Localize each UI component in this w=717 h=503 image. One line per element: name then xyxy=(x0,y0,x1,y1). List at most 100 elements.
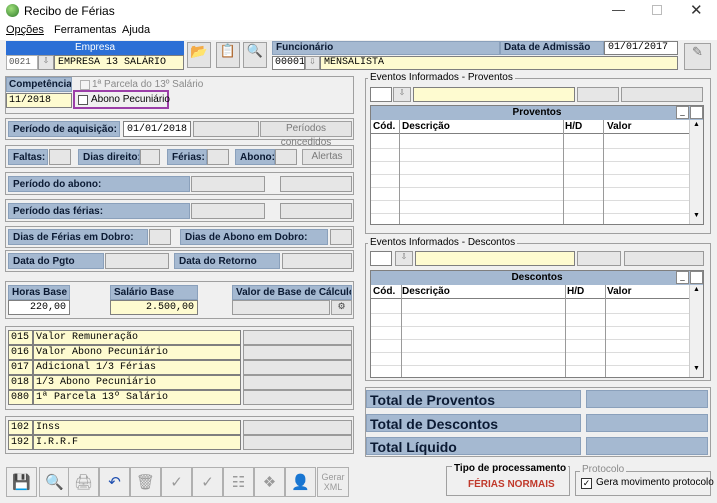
menu-ajuda[interactable]: Ajuda xyxy=(122,24,150,36)
evento-desc[interactable]: I.R.R.F xyxy=(33,435,241,450)
proventos-desc-input[interactable] xyxy=(413,87,575,102)
funcionario-code[interactable]: 00001 xyxy=(272,56,305,70)
total-proventos-value xyxy=(586,390,708,408)
abono-pecuniario-label[interactable]: Abono Pecuniário xyxy=(91,94,170,105)
tipo-processamento-label: Tipo de processamento xyxy=(452,463,569,474)
descontos-scrollbar[interactable]: ▲ ▼ xyxy=(689,285,703,377)
faltas-value[interactable] xyxy=(49,149,71,165)
preview-button[interactable]: 🔍 xyxy=(243,42,267,68)
descontos-maximize-icon[interactable] xyxy=(690,271,703,284)
data-pgto-value[interactable] xyxy=(105,253,169,269)
evento-code: 080 xyxy=(8,390,33,405)
save-button[interactable]: 💾 xyxy=(6,467,37,497)
descontos-hd-input[interactable] xyxy=(577,251,621,266)
edit-funcionario-button[interactable]: ✎ xyxy=(684,43,711,70)
periodo-ferias-start[interactable] xyxy=(191,203,265,219)
scroll-down-icon[interactable]: ▼ xyxy=(693,212,700,219)
scroll-up-icon[interactable]: ▲ xyxy=(693,286,700,293)
delete-button[interactable]: 🗑 xyxy=(130,467,161,497)
empresa-name[interactable]: EMPRESA 13 SALÁRIO xyxy=(54,55,184,70)
valor-base-calculo-value[interactable] xyxy=(232,300,330,315)
col-valor: Valor xyxy=(607,286,632,297)
menu-ferramentas[interactable]: Ferramentas xyxy=(54,24,116,36)
dias-ferias-dobro-value[interactable] xyxy=(149,229,171,245)
approve-button[interactable]: ✓ xyxy=(192,467,223,497)
periodo-aquisicao-value[interactable]: 01/01/2018 xyxy=(123,121,191,137)
evento-desc[interactable]: 1/3 Abono Pecuniário xyxy=(33,375,241,390)
dias-direito-value[interactable] xyxy=(140,149,160,165)
scroll-up-icon[interactable]: ▲ xyxy=(693,121,700,128)
calculator-button[interactable]: ☷ xyxy=(223,467,254,497)
gerar-xml-button[interactable]: Gerar XML xyxy=(317,467,349,497)
descontos-lookup-button[interactable]: ⇩ xyxy=(395,251,413,266)
data-retorno-value[interactable] xyxy=(282,253,352,269)
tools-button[interactable]: ❖ xyxy=(254,467,285,497)
data-admissao-value[interactable]: 01/01/2017 xyxy=(604,41,678,55)
valor-base-calculo-label: Valor de Base de Cálculo xyxy=(232,285,352,300)
competencia-value[interactable]: 11/2018 xyxy=(6,93,72,108)
empresa-lookup-button[interactable]: ⇩ xyxy=(38,55,54,70)
proventos-minimize-icon[interactable]: _ xyxy=(676,106,689,119)
total-descontos-label: Total de Descontos xyxy=(366,414,581,432)
menu-bar: Opções Ferramentas Ajuda xyxy=(0,22,717,40)
calc-button[interactable]: ⚙ xyxy=(331,300,352,315)
grid-row-line xyxy=(371,148,689,149)
total-proventos-label: Total de Proventos xyxy=(366,390,581,408)
proventos-grid[interactable]: Proventos _ Cód. Descrição H/D Valor ▲ ▼ xyxy=(370,105,704,225)
proventos-code-input[interactable] xyxy=(370,87,392,102)
scroll-down-icon[interactable]: ▼ xyxy=(693,365,700,372)
descontos-title: Descontos xyxy=(511,272,563,283)
close-icon[interactable]: ✕ xyxy=(690,1,703,19)
abono-value[interactable] xyxy=(275,149,297,165)
competencia-label: Competência xyxy=(6,77,72,92)
periodos-concedidos-button[interactable]: Períodos concedidos xyxy=(260,121,352,148)
print-button[interactable]: 🖨 xyxy=(68,467,99,497)
search-button[interactable]: 🔍 xyxy=(39,467,70,497)
periodo-abono-end[interactable] xyxy=(280,176,352,192)
proventos-scrollbar[interactable]: ▲ ▼ xyxy=(689,120,703,224)
descontos-minimize-icon[interactable]: _ xyxy=(676,271,689,284)
funcionario-lookup-button[interactable]: ⇩ xyxy=(305,56,320,70)
ferias-value[interactable] xyxy=(207,149,229,165)
horas-base-value[interactable]: 220,00 xyxy=(8,300,70,315)
evento-desc[interactable]: Adicional 1/3 Férias xyxy=(33,360,241,375)
user-search-button[interactable]: 👤 xyxy=(285,467,316,497)
gera-protocolo-checkbox[interactable]: ✓ xyxy=(581,478,592,489)
evento-desc[interactable]: Valor Remuneração xyxy=(33,330,241,345)
evento-desc[interactable]: Valor Abono Pecuniário xyxy=(33,345,241,360)
salario-base-value[interactable]: 2.500,00 xyxy=(110,300,198,315)
periodo-ferias-end[interactable] xyxy=(280,203,352,219)
alertas-button[interactable]: Alertas xyxy=(302,149,352,165)
proventos-maximize-icon[interactable] xyxy=(690,106,703,119)
abono-pecuniario-checkbox[interactable] xyxy=(78,95,88,105)
maximize-icon[interactable] xyxy=(652,5,662,15)
parcela-13-label: 1ª Parcela do 13º Salário xyxy=(92,79,204,90)
parcela-13-checkbox xyxy=(80,80,90,90)
dias-abono-dobro-value[interactable] xyxy=(330,229,352,245)
descontos-valor-input[interactable] xyxy=(624,251,704,266)
funcionario-label: Funcionário xyxy=(272,41,500,55)
grid-col-line xyxy=(401,285,402,377)
data-admissao-label: Data de Admissão xyxy=(500,41,604,55)
copy-button[interactable]: 📋 xyxy=(216,42,240,68)
periodo-abono-start[interactable] xyxy=(191,176,265,192)
descontos-code-input[interactable] xyxy=(370,251,392,266)
open-folder-button[interactable]: 📂 xyxy=(187,42,211,68)
empresa-code[interactable]: 0021 xyxy=(6,55,38,70)
horas-base-label: Horas Base xyxy=(8,285,70,300)
evento-desc[interactable]: 1ª Parcela 13º Salário xyxy=(33,390,241,405)
menu-opcoes[interactable]: Opções xyxy=(6,24,44,36)
descontos-grid[interactable]: Descontos _ Cód. Descrição H/D Valor ▲ ▼ xyxy=(370,270,704,378)
grid-row-line xyxy=(371,174,689,175)
proventos-lookup-button[interactable]: ⇩ xyxy=(393,87,411,102)
proventos-hd-input[interactable] xyxy=(577,87,619,102)
gera-protocolo-label[interactable]: Gera movimento protocolo xyxy=(596,477,714,488)
minimize-icon[interactable]: — xyxy=(612,2,625,17)
undo-button[interactable]: ↶ xyxy=(99,467,130,497)
proventos-valor-input[interactable] xyxy=(621,87,703,102)
evento-desc[interactable]: Inss xyxy=(33,420,241,435)
confirm-button[interactable]: ✓ xyxy=(161,467,192,497)
descontos-desc-input[interactable] xyxy=(415,251,575,266)
funcionario-name[interactable]: MENSALISTA xyxy=(320,56,678,70)
grid-col-line xyxy=(565,285,566,377)
